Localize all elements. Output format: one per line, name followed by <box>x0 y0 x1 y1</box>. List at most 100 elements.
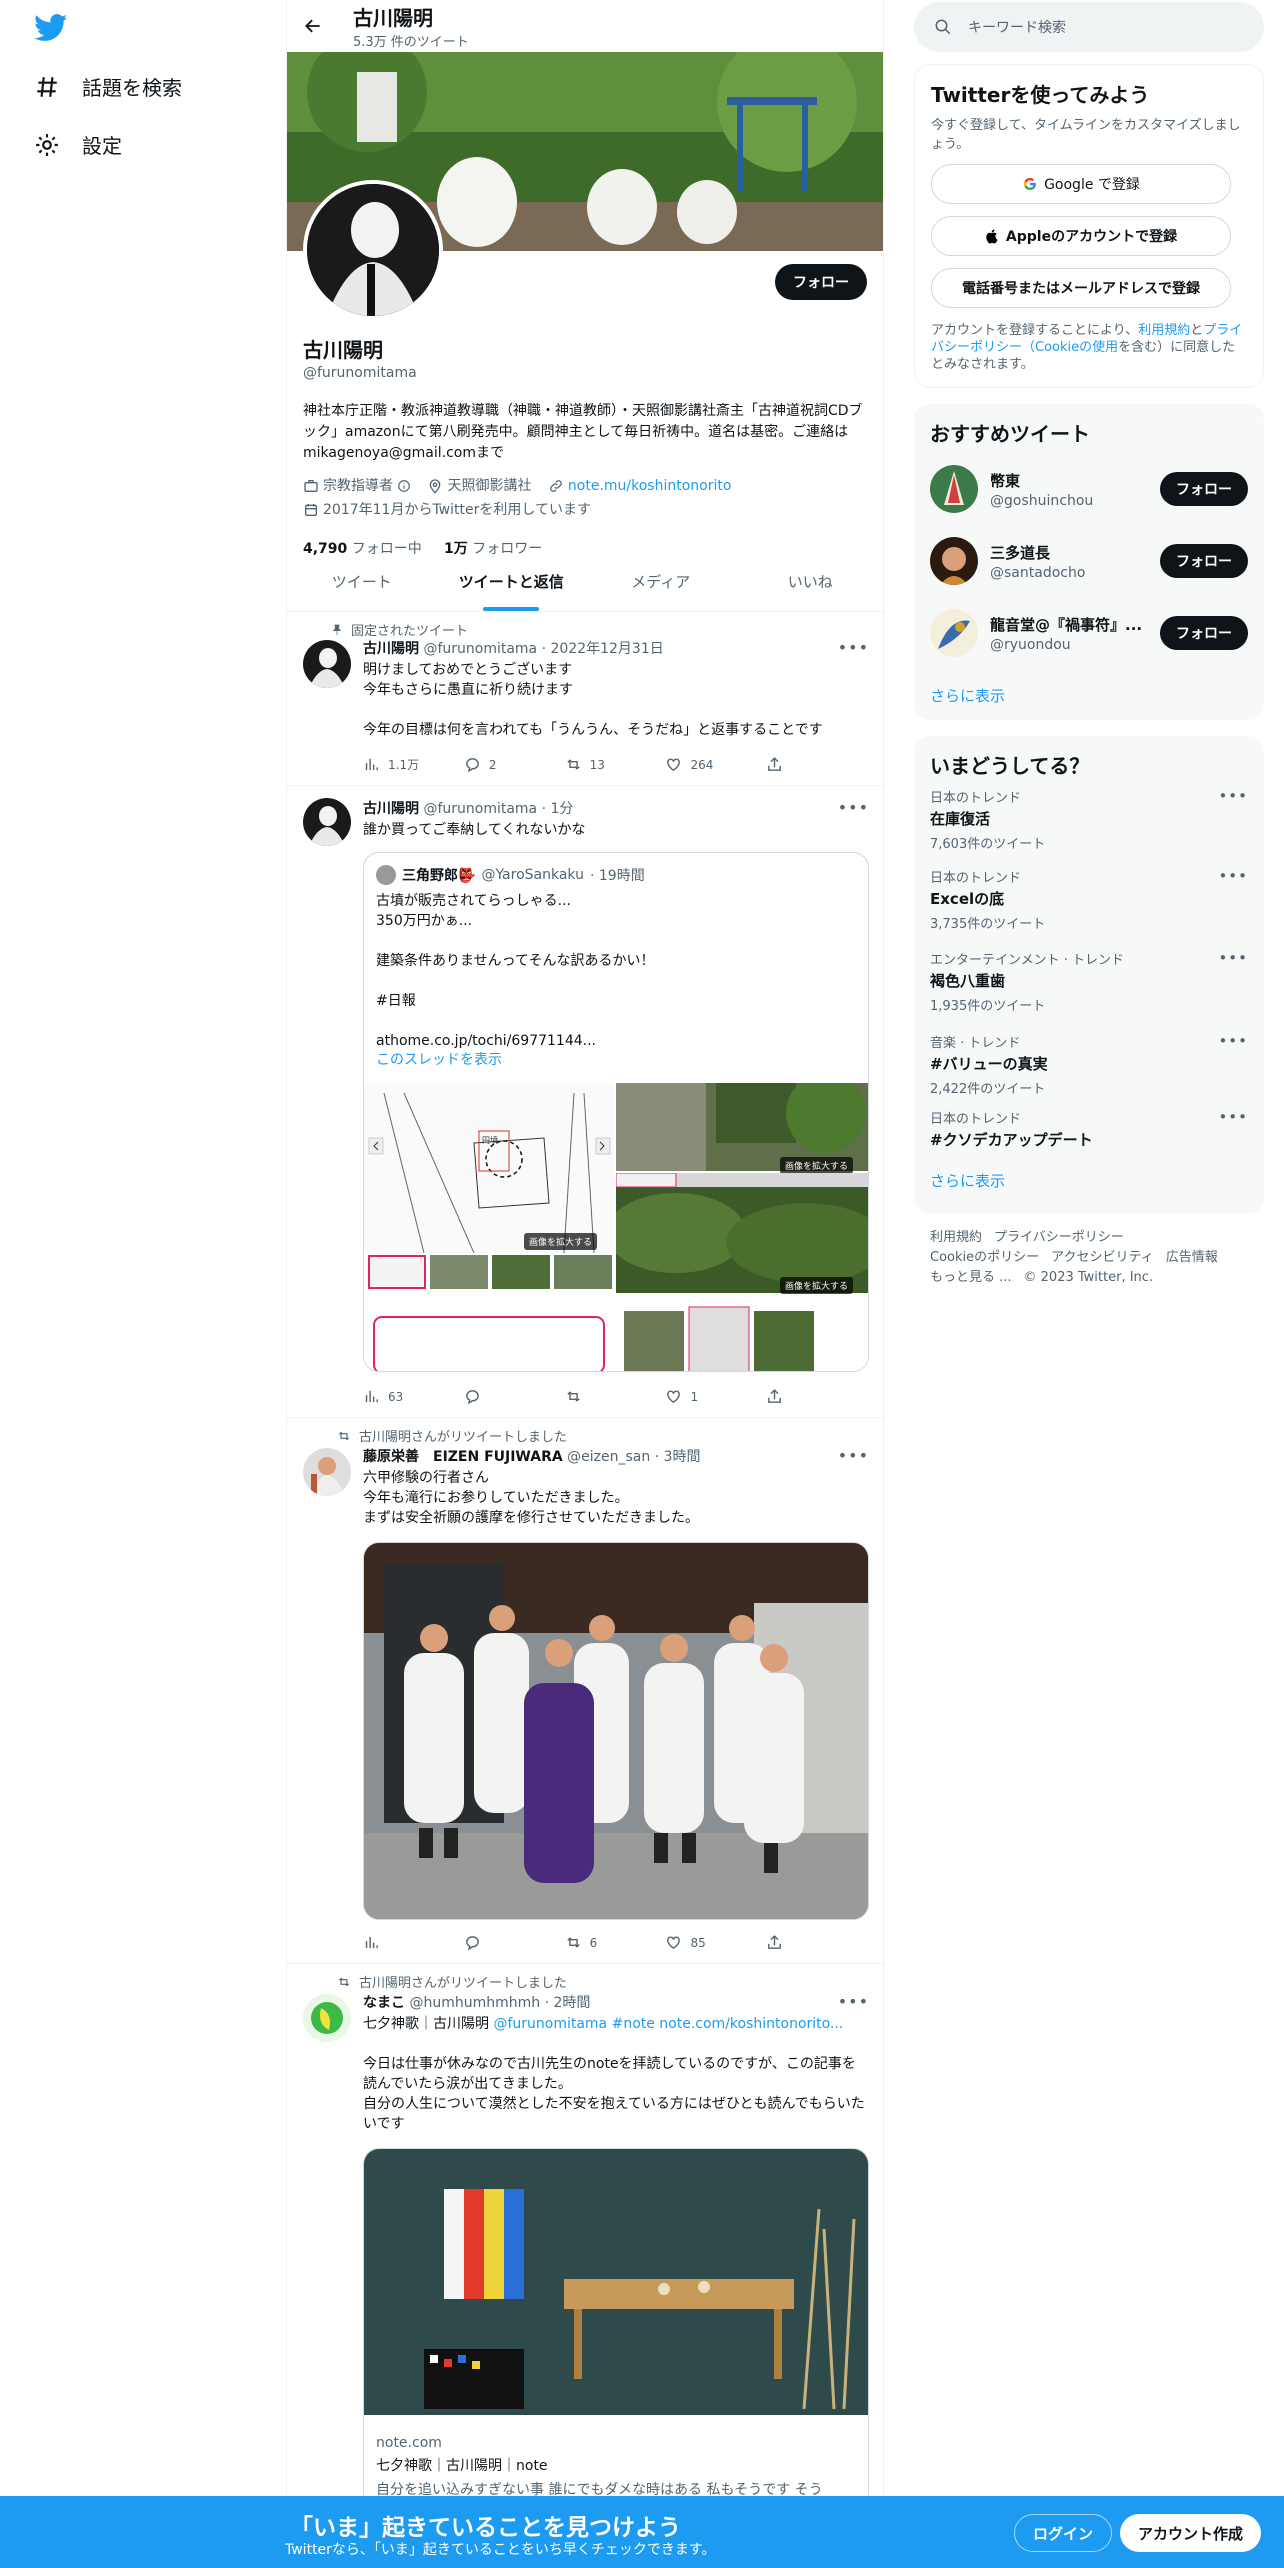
tweet-quote[interactable]: 古川陽明 @furunomitama · 1分 誰か買ってご奉納してくれないかな… <box>287 786 885 1418</box>
nav-settings[interactable]: 設定 <box>34 130 122 159</box>
tweet-time[interactable]: · 3時間 <box>655 1449 701 1465</box>
share-button[interactable] <box>766 1388 803 1405</box>
thumbnail[interactable] <box>368 1255 426 1289</box>
share-button[interactable] <box>766 756 803 773</box>
recommend-show-more[interactable]: さらに表示 <box>930 669 1248 706</box>
tweet-author-name[interactable]: 古川陽明 <box>363 801 419 817</box>
more-icon[interactable]: ••• <box>1218 1108 1248 1126</box>
recommend-follow-button[interactable]: フォロー <box>1160 544 1248 578</box>
apple-signup-button[interactable]: Appleのアカウントで登録 <box>931 216 1231 256</box>
search-box[interactable]: キーワード検索 <box>914 2 1264 52</box>
profile-avatar[interactable] <box>303 180 443 320</box>
retweet-button[interactable]: 13 <box>565 756 666 773</box>
tab-tweets[interactable]: ツイート <box>287 552 437 611</box>
recommend-user[interactable]: 三多道長 @santadocho フォロー <box>930 525 1248 597</box>
tweet-author-handle[interactable]: @humhumhmhmh <box>409 1995 540 2011</box>
tweet-time[interactable]: · 1分 <box>542 801 574 817</box>
more-icon[interactable]: ••• <box>1218 787 1248 805</box>
tweet-author-handle[interactable]: @eizen_san <box>567 1449 650 1465</box>
quote-image-2[interactable]: 画像を拡大する <box>616 1073 868 1174</box>
info-icon[interactable] <box>397 479 411 493</box>
more-icon[interactable]: ••• <box>838 798 869 817</box>
tweet-retweet-link[interactable]: 古川陽明さんがリツイートしました なまこ @humhumhmhmh · 2時間 … <box>287 1964 885 2568</box>
google-signup-button[interactable]: Google で登録 <box>931 164 1231 204</box>
tweet-time[interactable]: · 2時間 <box>545 1995 591 2011</box>
reply-button[interactable]: 2 <box>464 756 565 773</box>
tab-media[interactable]: メディア <box>586 552 736 611</box>
more-icon[interactable]: ••• <box>838 638 869 657</box>
quote-image-4[interactable] <box>364 1297 868 1371</box>
quote-image-3[interactable]: 画像を拡大する <box>606 1172 868 1294</box>
views-button[interactable]: 63 <box>363 1388 464 1405</box>
zoom-image-button[interactable]: 画像を拡大する <box>524 1233 598 1250</box>
follow-button[interactable]: フォロー <box>775 264 867 300</box>
profile-link-url[interactable]: note.mu/koshintonorito <box>568 476 732 496</box>
more-icon[interactable]: ••• <box>838 1446 869 1465</box>
twitter-logo-icon[interactable] <box>34 14 68 42</box>
views-button[interactable]: 1.1万 <box>363 756 464 773</box>
search-input[interactable]: キーワード検索 <box>968 17 1066 37</box>
back-arrow-icon[interactable] <box>303 16 323 36</box>
quoted-tweet[interactable]: 三角野郎👺 @YaroSankaku · 19時間 古墳が販売されてらっしゃる.… <box>363 852 869 1372</box>
thumbnail[interactable] <box>554 1255 612 1289</box>
tweet-photo[interactable] <box>363 1542 869 1920</box>
reply-button[interactable] <box>464 1934 565 1951</box>
trend-item[interactable]: 日本のトレンド #クソデカアップデート ••• <box>930 1108 1248 1154</box>
footer-privacy-link[interactable]: プライバシーポリシー <box>994 1230 1124 1245</box>
tab-tweets-replies[interactable]: ツイートと返信 <box>437 552 587 611</box>
tweet-author-name[interactable]: なまこ <box>363 1995 405 2011</box>
terms-link[interactable]: 利用規約 <box>1138 323 1190 338</box>
tweet-avatar[interactable] <box>303 1448 351 1496</box>
login-button[interactable]: ログイン <box>1014 2514 1113 2552</box>
more-icon[interactable]: ••• <box>838 1992 869 2011</box>
like-button[interactable]: 85 <box>665 1934 766 1951</box>
recommend-follow-button[interactable]: フォロー <box>1160 616 1248 650</box>
views-button[interactable] <box>363 1934 464 1951</box>
tweet-time[interactable]: · 2022年12月31日 <box>542 641 664 657</box>
tweet-avatar[interactable] <box>303 798 351 846</box>
footer-cookie-link[interactable]: Cookieのポリシー <box>930 1250 1039 1265</box>
tweet-author-name[interactable]: 古川陽明 <box>363 641 419 657</box>
tweet-inline-links[interactable]: @furunomitama #note note.com/koshintonor… <box>493 2016 843 2032</box>
tweet-retweet-photo[interactable]: 古川陽明さんがリツイートしました 藤原栄善 EIZEN FUJIWARA @ei… <box>287 1418 885 1964</box>
zoom-image-button[interactable]: 画像を拡大する <box>780 1277 854 1294</box>
recommend-user[interactable]: 龍音堂@『禍事符』... @ryuondou フォロー <box>930 597 1248 669</box>
more-icon[interactable]: ••• <box>1218 1032 1248 1050</box>
footer-terms-link[interactable]: 利用規約 <box>930 1230 982 1245</box>
right-sidebar: キーワード検索 Twitterを使ってみよう 今すぐ登録して、タイムラインをカス… <box>914 0 1264 1288</box>
tweet-author-name[interactable]: 藤原栄善 EIZEN FUJIWARA <box>363 1449 563 1465</box>
tweet-pinned[interactable]: 固定されたツイート 古川陽明 @furunomitama · 2022年12月3… <box>287 612 885 786</box>
footer-accessibility-link[interactable]: アクセシビリティ <box>1051 1250 1154 1265</box>
quote-image-map[interactable]: 円墳 画像を拡大する <box>364 1083 614 1293</box>
zoom-image-button[interactable]: 画像を拡大する <box>780 1157 854 1174</box>
like-button[interactable]: 1 <box>665 1388 766 1405</box>
tweet-avatar[interactable] <box>303 640 351 688</box>
thumbnail[interactable] <box>492 1255 550 1289</box>
phone-email-signup-button[interactable]: 電話番号またはメールアドレスで登録 <box>931 268 1231 308</box>
thumbnail[interactable] <box>430 1255 488 1289</box>
share-button[interactable] <box>766 1934 803 1951</box>
retweet-button[interactable] <box>565 1388 666 1405</box>
signup-button[interactable]: アカウント作成 <box>1120 2514 1262 2552</box>
reply-button[interactable] <box>464 1388 565 1405</box>
retweet-button[interactable]: 6 <box>565 1934 666 1951</box>
like-button[interactable]: 264 <box>665 756 766 773</box>
more-icon[interactable]: ••• <box>1218 949 1248 967</box>
trends-show-more[interactable]: さらに表示 <box>930 1170 1248 1191</box>
footer-ads-link[interactable]: 広告情報 <box>1166 1250 1218 1265</box>
tweet-author-handle[interactable]: @furunomitama <box>423 801 537 817</box>
recommend-user[interactable]: 幣東 @goshuinchou フォロー <box>930 453 1248 525</box>
tab-likes[interactable]: いいね <box>736 552 886 611</box>
tweet-avatar[interactable] <box>303 1994 351 2042</box>
show-thread-link[interactable]: このスレッドを表示 <box>376 1049 502 1069</box>
footer-more-link[interactable]: もっと見る ... <box>930 1270 1012 1285</box>
more-icon[interactable]: ••• <box>1218 867 1248 885</box>
profile-link[interactable]: note.mu/koshintonorito <box>548 476 732 496</box>
tweet-author-handle[interactable]: @furunomitama <box>423 641 537 657</box>
trend-item[interactable]: エンターテインメント · トレンド 褐色八重歯 1,935件のツイート ••• <box>930 941 1248 1023</box>
recommend-follow-button[interactable]: フォロー <box>1160 472 1248 506</box>
trend-item[interactable]: 日本のトレンド 在庫復活 7,603件のツイート ••• <box>930 785 1248 859</box>
trend-item[interactable]: 音楽 · トレンド #バリューの真実 2,422件のツイート ••• <box>930 1026 1248 1108</box>
nav-explore[interactable]: 話題を検索 <box>34 72 182 101</box>
trend-item[interactable]: 日本のトレンド Excelの底 3,735件のツイート ••• <box>930 859 1248 941</box>
